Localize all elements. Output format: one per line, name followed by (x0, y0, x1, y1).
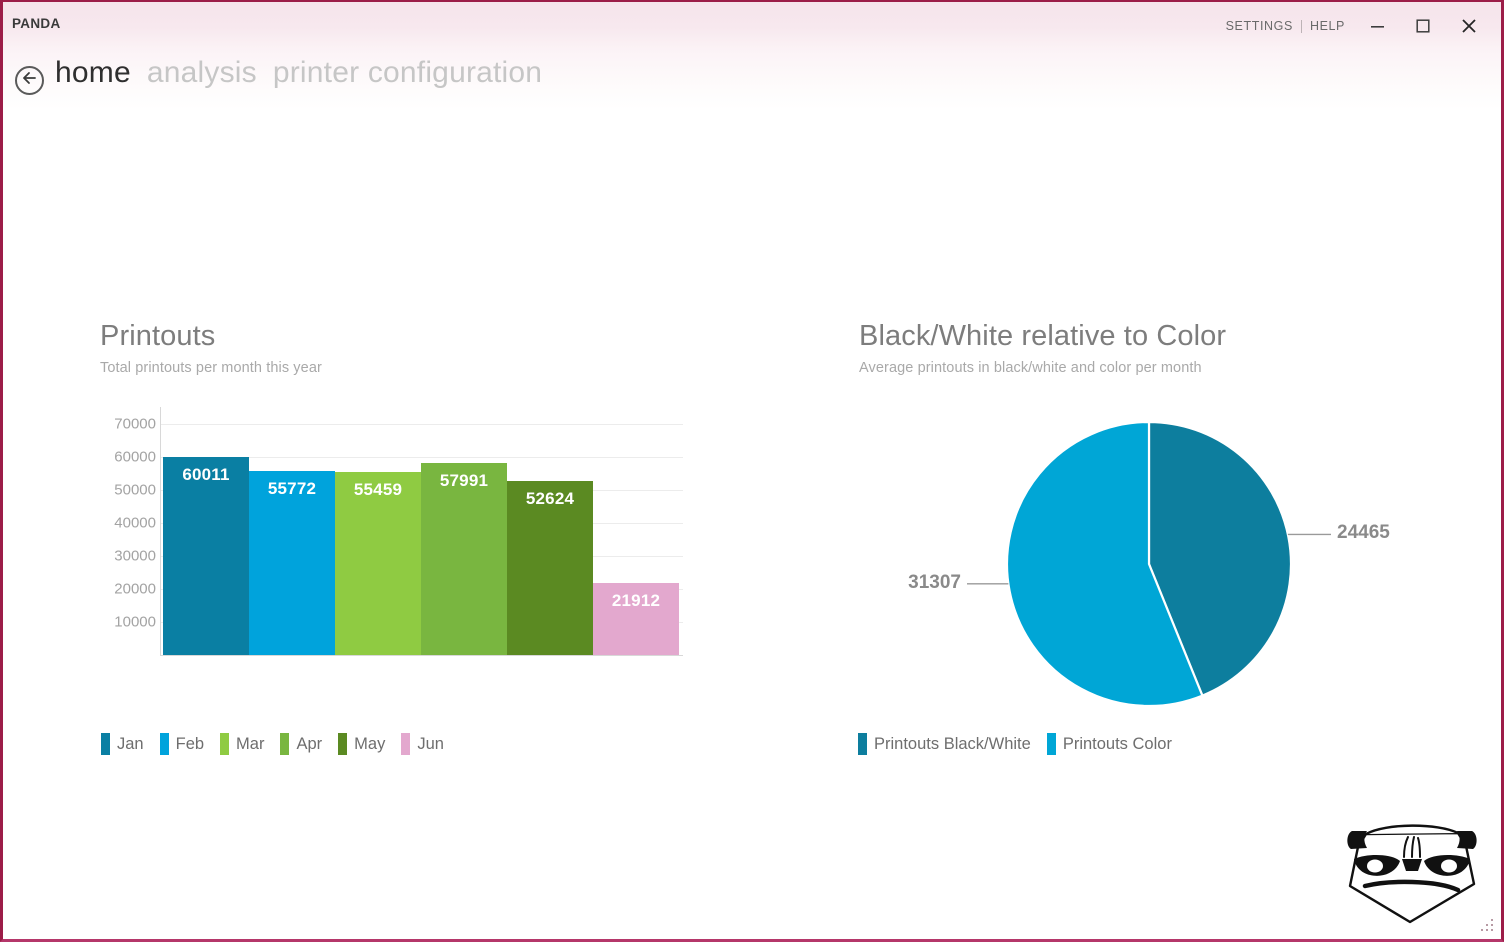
title-bar: PANDA SETTINGS HELP (3, 2, 1501, 48)
legend-label: May (354, 734, 386, 753)
navigation-bar: home analysis printer configuration (3, 48, 1501, 110)
legend-swatch (220, 733, 230, 755)
bar-chart-y-tick: 20000 (114, 580, 156, 598)
title-bar-actions: SETTINGS HELP (1218, 14, 1491, 38)
legend-swatch (101, 733, 110, 755)
close-button[interactable] (1447, 11, 1491, 41)
pie-chart-title: Black/White relative to Color (859, 320, 1227, 352)
back-arrow-icon (21, 71, 38, 90)
legend-label: Mar (236, 734, 265, 753)
pie-slice-label-black-white: 24465 (1337, 522, 1390, 544)
bar-chart-y-tick: 40000 (114, 514, 156, 532)
breadcrumb: home analysis printer configuration (55, 56, 542, 90)
legend-label: Printouts Black/White (874, 734, 1031, 753)
bar-chart-y-tick: 70000 (114, 415, 156, 433)
breadcrumb-item-home[interactable]: home (55, 56, 131, 90)
bar-chart-bar[interactable]: 52624 (507, 481, 593, 655)
bar-chart-bar[interactable]: 57991 (421, 463, 507, 655)
bar-value-label: 60011 (182, 464, 230, 484)
bar-value-label: 55459 (353, 479, 403, 499)
minimize-icon (1370, 20, 1385, 32)
bar-chart-y-tick: 60000 (114, 448, 156, 466)
legend-item[interactable]: Apr (280, 733, 322, 755)
legend-label: Jun (417, 734, 444, 753)
panda-face-icon (1347, 824, 1477, 924)
legend-item[interactable]: Jun (401, 733, 444, 755)
maximize-button[interactable] (1401, 11, 1445, 41)
back-button[interactable] (15, 66, 44, 95)
bar-chart-bars: 60011 55772 55459 57991 52624 21912 (163, 407, 679, 655)
panda-logo (1334, 814, 1486, 931)
maximize-icon (1416, 19, 1430, 33)
legend-swatch (1046, 733, 1056, 755)
legend-swatch (338, 733, 348, 755)
breadcrumb-item-printer-configuration[interactable]: printer configuration (273, 56, 542, 90)
legend-label: Printouts Color (1062, 734, 1172, 753)
legend-item[interactable]: Printouts Black/White (858, 733, 1031, 755)
settings-link[interactable]: SETTINGS (1218, 19, 1301, 33)
bar-value-label: 52624 (525, 489, 575, 508)
bar-chart-y-tick: 30000 (114, 547, 156, 565)
legend-item[interactable]: Printouts Color (1046, 733, 1172, 755)
minimize-button[interactable] (1355, 11, 1399, 41)
legend-item[interactable]: Feb (159, 733, 205, 755)
pie-chart-subtitle: Average printouts in black/white and col… (859, 360, 1202, 376)
legend-label: Apr (296, 734, 323, 753)
printouts-bar-chart-panel: Printouts Total printouts per month this… (100, 320, 700, 659)
bar-chart-subtitle: Total printouts per month this year (100, 360, 322, 376)
resize-grip[interactable] (1481, 919, 1495, 933)
legend-swatch (858, 733, 867, 755)
close-icon (1461, 18, 1477, 34)
breadcrumb-item-analysis[interactable]: analysis (147, 56, 257, 90)
bar-chart-bar[interactable]: 55459 (335, 471, 421, 655)
application-window: PANDA SETTINGS HELP home analysis printe… (0, 0, 1504, 942)
pie-chart-plot: 31307 24465 (859, 402, 1479, 732)
bar-chart-y-tick: 10000 (114, 613, 156, 631)
legend-swatch (159, 733, 169, 755)
bar-chart-bar[interactable]: 55772 (249, 470, 335, 655)
bar-chart-bar[interactable]: 60011 (163, 456, 249, 655)
pie-chart-legend: Printouts Black/White Printouts Color (858, 733, 1188, 755)
pie-chart-svg (967, 420, 1331, 708)
bar-chart-plot: 10000 20000 30000 40000 50000 60000 70000 6001… (100, 407, 683, 659)
bar-chart-title: Printouts (100, 320, 216, 352)
bar-chart-y-axis: 10000 20000 30000 40000 50000 60000 70000 (100, 407, 156, 659)
bar-value-label: 55772 (267, 478, 317, 498)
legend-item[interactable]: Jan (101, 733, 144, 755)
bar-chart-bar[interactable]: 21912 (593, 582, 679, 655)
bar-value-label: 57991 (439, 471, 489, 491)
legend-item[interactable]: May (338, 733, 385, 755)
app-title: PANDA (12, 16, 61, 31)
legend-label: Jan (117, 734, 144, 753)
legend-swatch (280, 733, 290, 755)
bar-chart-plot-area: 60011 55772 55459 57991 52624 21912 (160, 407, 683, 656)
bar-chart-y-tick: 50000 (114, 481, 156, 499)
legend-item[interactable]: Mar (220, 733, 264, 755)
legend-label: Feb (175, 734, 205, 753)
help-link[interactable]: HELP (1302, 19, 1353, 33)
bw-vs-color-pie-panel: Black/White relative to Color Average pr… (859, 320, 1479, 376)
legend-swatch (401, 733, 411, 755)
pie-slice-label-color: 31307 (908, 571, 961, 593)
bar-value-label: 21912 (611, 590, 661, 610)
bar-chart-legend: Jan Feb Mar Apr May Jun (101, 733, 460, 755)
